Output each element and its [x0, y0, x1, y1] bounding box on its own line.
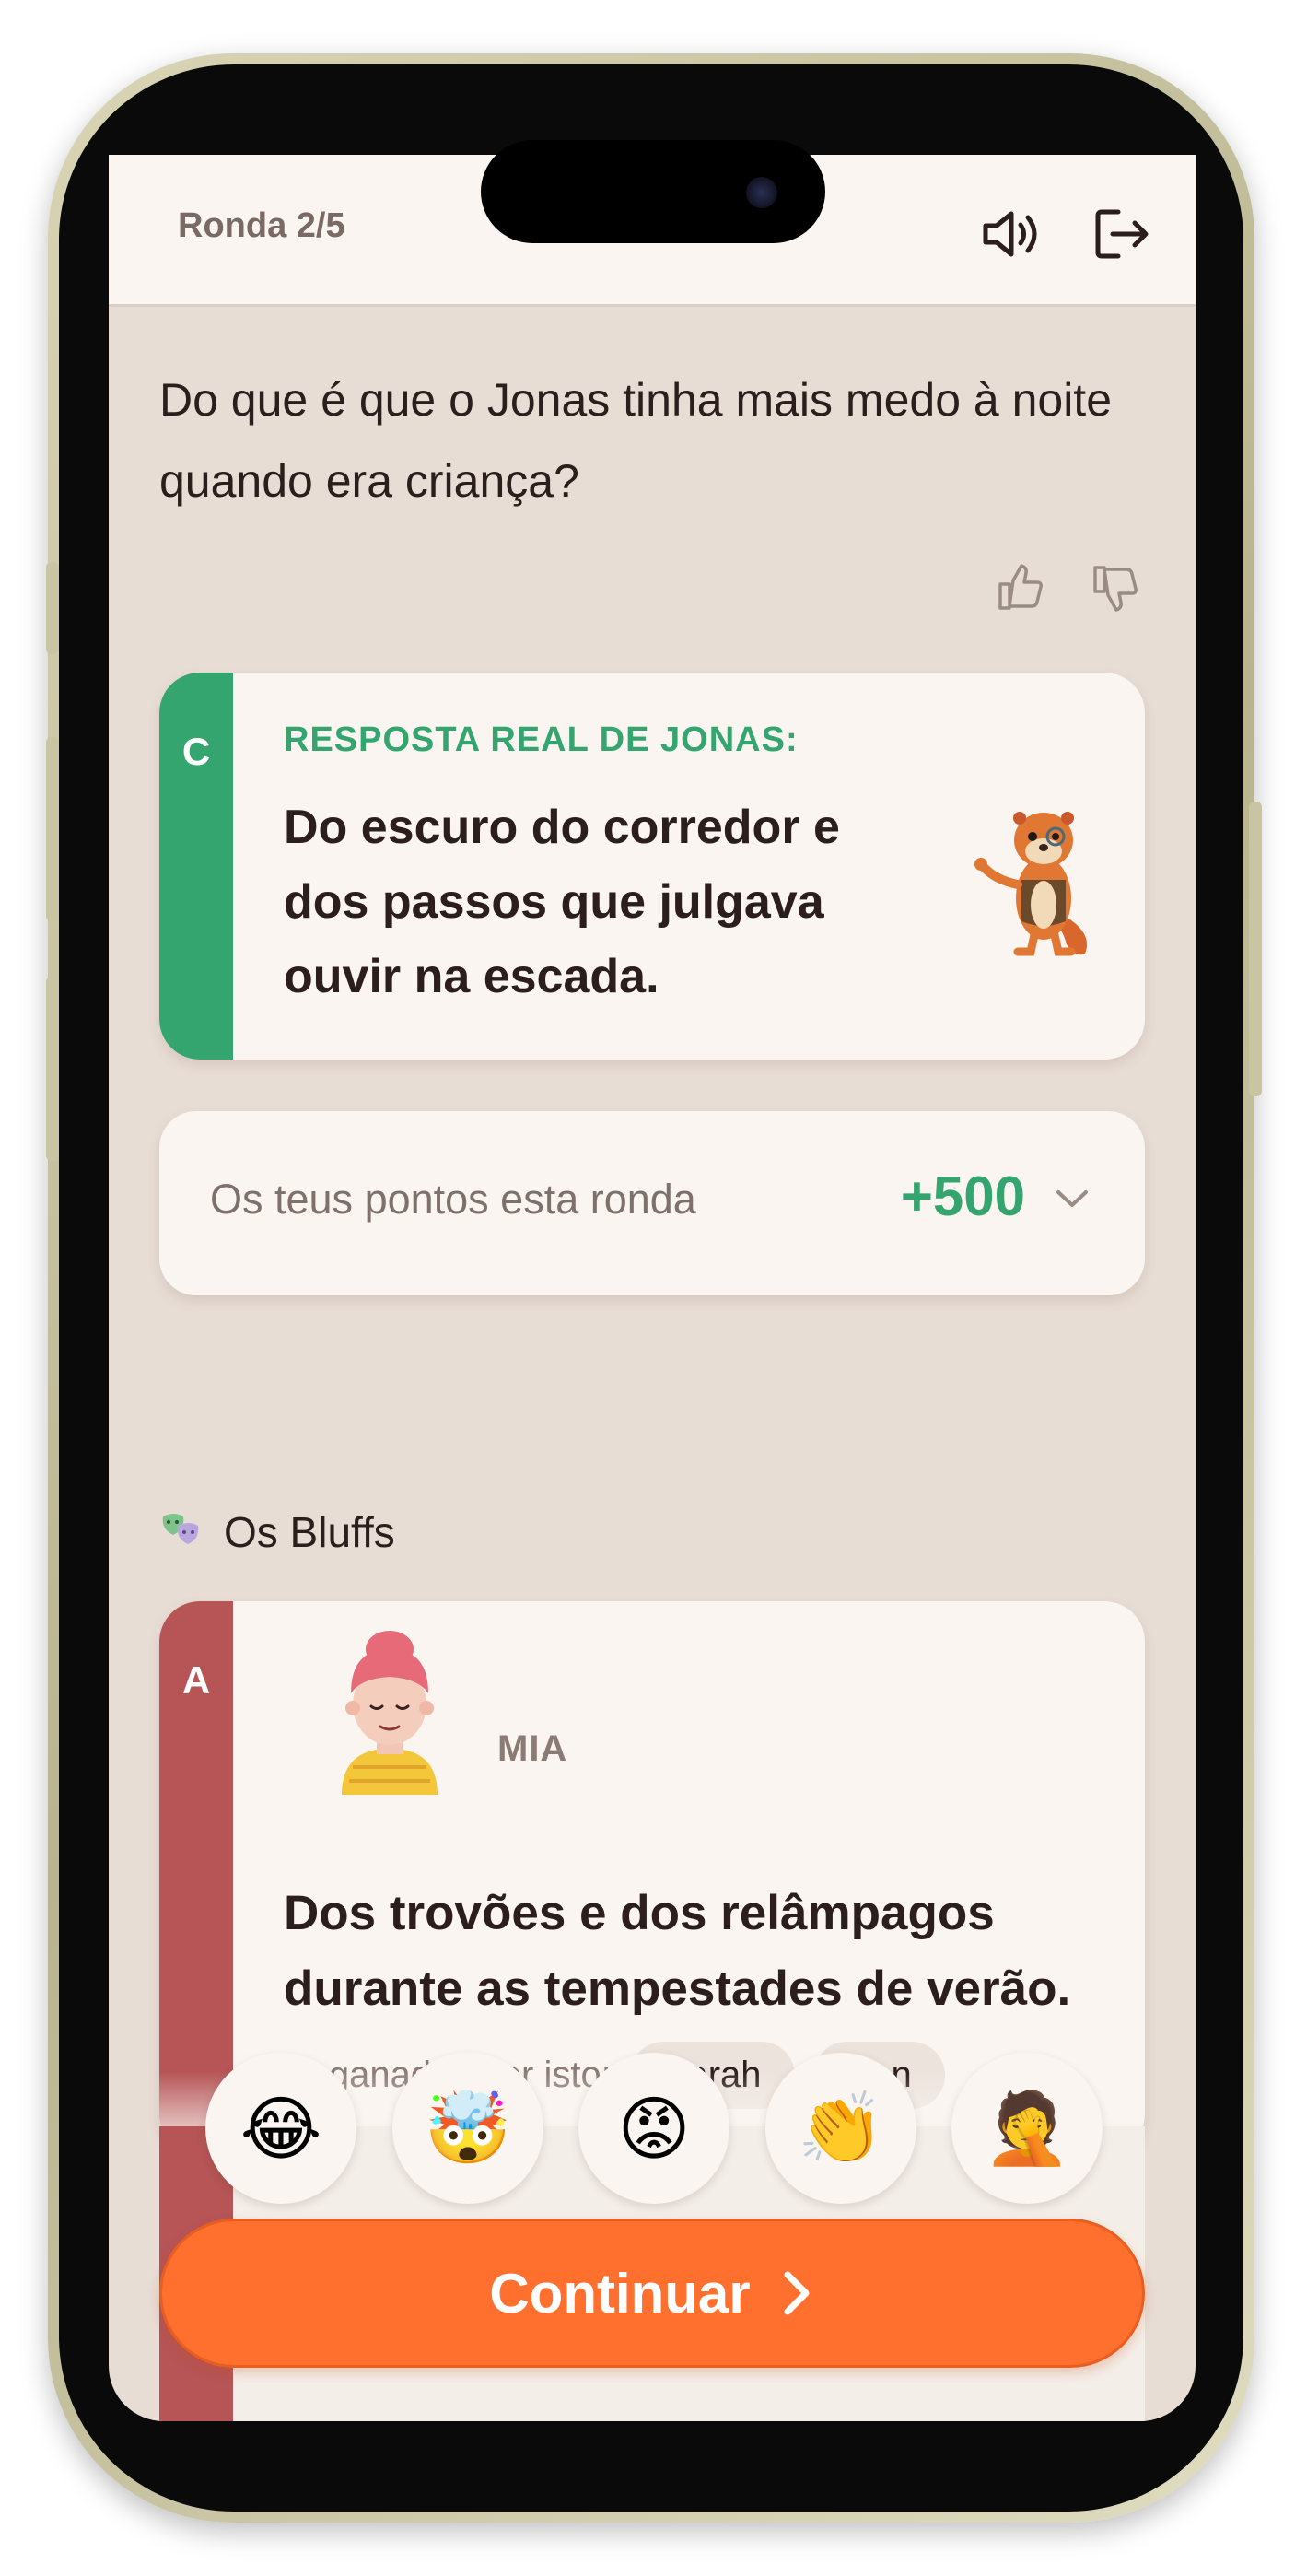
phone-volume-down-button: [46, 977, 59, 1161]
player-name: MIA: [497, 1728, 568, 1769]
round-indicator: Ronda 2/5: [178, 206, 345, 245]
real-answer-title: RESPOSTA REAL DE JONAS:: [284, 720, 799, 759]
facepalm-emoji: 🤦: [983, 2090, 1071, 2168]
thumbs-up-icon[interactable]: [993, 560, 1048, 615]
bluff-text: Dos trovões e dos relâmpagos durante as …: [284, 1886, 1071, 2016]
laugh-emoji: 😂: [239, 2090, 322, 2169]
reaction-angry-button[interactable]: 😡: [578, 2053, 729, 2204]
bluffs-section-header: Os Bluffs: [159, 1507, 395, 1557]
phone-volume-up-button: [46, 737, 59, 921]
otter-mascot-icon: [974, 812, 1087, 956]
dynamic-island: [481, 140, 825, 243]
exit-icon[interactable]: [1087, 201, 1153, 267]
front-camera: [746, 177, 777, 208]
theater-masks-icon: [162, 1514, 199, 1544]
app-screen: Ronda 2/5 Do que é que o Jonas tinha mai…: [109, 155, 1196, 2421]
continue-button[interactable]: Continuar: [159, 2219, 1145, 2368]
round-points-label: Os teus pontos esta ronda: [210, 1176, 696, 1223]
phone-action-button: [46, 562, 59, 654]
clap-emoji: 👏: [797, 2090, 885, 2168]
real-answer-card: C RESPOSTA REAL DE JONAS: Do escuro do c…: [159, 673, 1145, 1060]
phone-power-button: [1249, 802, 1262, 1096]
reaction-clap-button[interactable]: 👏: [765, 2053, 916, 2204]
real-answer-text: Do escuro do corredor e dos passos que j…: [284, 801, 840, 1003]
chevron-right-icon: [784, 2271, 810, 2315]
player-avatar-mia: [342, 1631, 438, 1795]
angry-emoji: 😡: [617, 2090, 691, 2169]
round-points-value: +500: [900, 1165, 1025, 1227]
bluff-letter: A: [181, 1658, 211, 1702]
real-answer-letter: C: [181, 730, 211, 773]
chevron-down-icon[interactable]: [1053, 1185, 1091, 1212]
continue-button-label: Continuar: [489, 2262, 751, 2324]
speaker-icon[interactable]: [976, 201, 1043, 267]
reaction-mind-blown-button[interactable]: 🤯: [392, 2053, 543, 2204]
reaction-laugh-button[interactable]: 😂: [205, 2053, 356, 2204]
question-text: Do que é que o Jonas tinha mais medo à n…: [159, 374, 1113, 507]
bluffs-section-title: Os Bluffs: [224, 1508, 395, 1556]
thumbs-down-icon[interactable]: [1088, 560, 1143, 615]
mind-blown-emoji: 🤯: [424, 2090, 512, 2168]
round-points-card[interactable]: Os teus pontos esta ronda +500: [159, 1111, 1145, 1295]
reaction-facepalm-button[interactable]: 🤦: [951, 2053, 1103, 2204]
